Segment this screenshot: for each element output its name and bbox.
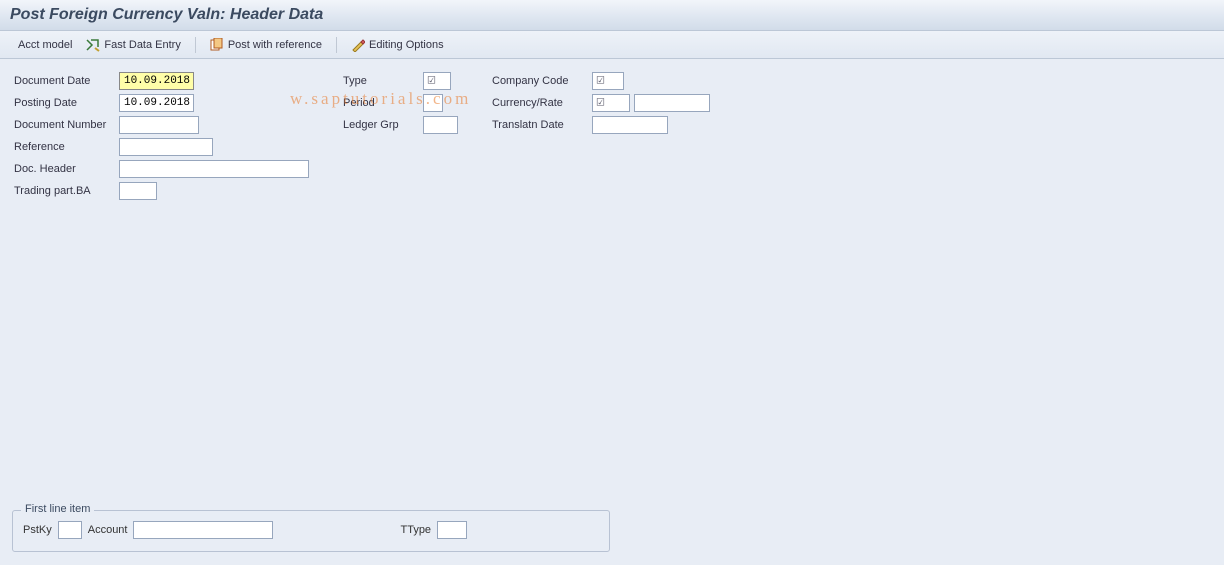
form-column-2: Type ☑ Period Ledger Grp	[343, 71, 458, 135]
input-posting-date[interactable]	[119, 94, 194, 112]
input-document-number[interactable]	[119, 116, 199, 134]
input-reference[interactable]	[119, 138, 213, 156]
form-column-3: Company Code ☑ Currency/Rate ☑ Translatn…	[492, 71, 710, 135]
label-currency-rate: Currency/Rate	[492, 97, 592, 109]
input-doc-header[interactable]	[119, 160, 309, 178]
post-with-reference-icon	[210, 38, 224, 52]
label-translatn-date: Translatn Date	[492, 119, 592, 131]
input-trading-part-ba[interactable]	[119, 182, 157, 200]
editing-options-label: Editing Options	[369, 39, 444, 51]
acct-model-button[interactable]: Acct model	[14, 37, 76, 53]
label-ttype: TType	[400, 524, 431, 536]
fast-data-entry-button[interactable]: Fast Data Entry	[82, 36, 184, 54]
row-trading-part-ba: Trading part.BA	[14, 181, 309, 201]
row-posting-date: Posting Date	[14, 93, 309, 113]
label-doc-header: Doc. Header	[14, 163, 119, 175]
form-column-1: Document Date Posting Date Document Numb…	[14, 71, 309, 201]
fast-data-entry-icon	[86, 38, 100, 52]
row-type: Type ☑	[343, 71, 458, 91]
fast-data-entry-label: Fast Data Entry	[104, 39, 180, 51]
row-document-number: Document Number	[14, 115, 309, 135]
acct-model-label: Acct model	[18, 39, 72, 51]
input-ttype[interactable]	[437, 521, 467, 539]
toolbar-separator	[336, 37, 337, 53]
post-with-reference-label: Post with reference	[228, 39, 322, 51]
input-ledger-grp[interactable]	[423, 116, 458, 134]
label-account: Account	[88, 524, 128, 536]
row-ledger-grp: Ledger Grp	[343, 115, 458, 135]
input-account[interactable]	[133, 521, 273, 539]
label-pstky: PstKy	[23, 524, 52, 536]
row-period: Period	[343, 93, 458, 113]
line-item-row: PstKy Account TType	[23, 521, 599, 539]
input-period[interactable]	[423, 94, 443, 112]
label-document-number: Document Number	[14, 119, 119, 131]
label-period: Period	[343, 97, 423, 109]
label-document-date: Document Date	[14, 75, 119, 87]
content-area: w.saptutorials.com Document Date Posting…	[0, 59, 1224, 564]
window-title: Post Foreign Currency Valn: Header Data	[0, 0, 1224, 31]
editing-options-button[interactable]: Editing Options	[347, 36, 448, 54]
row-currency-rate: Currency/Rate ☑	[492, 93, 710, 113]
label-reference: Reference	[14, 141, 119, 153]
row-document-date: Document Date	[14, 71, 309, 91]
label-type: Type	[343, 75, 423, 87]
input-document-date[interactable]	[119, 72, 194, 90]
application-toolbar: Acct model Fast Data Entry Post with ref…	[0, 31, 1224, 59]
row-company-code: Company Code ☑	[492, 71, 710, 91]
first-line-item-legend: First line item	[21, 503, 94, 515]
label-ledger-grp: Ledger Grp	[343, 119, 423, 131]
input-rate[interactable]	[634, 94, 710, 112]
input-company-code[interactable]	[592, 72, 624, 90]
title-text: Post Foreign Currency Valn: Header Data	[10, 6, 323, 23]
first-line-item-group: First line item PstKy Account TType	[12, 510, 610, 552]
label-company-code: Company Code	[492, 75, 592, 87]
row-doc-header: Doc. Header	[14, 159, 309, 179]
header-form: Document Date Posting Date Document Numb…	[14, 71, 1210, 201]
label-posting-date: Posting Date	[14, 97, 119, 109]
post-with-reference-button[interactable]: Post with reference	[206, 36, 326, 54]
row-reference: Reference	[14, 137, 309, 157]
label-trading-part-ba: Trading part.BA	[14, 185, 119, 197]
input-pstky[interactable]	[58, 521, 82, 539]
input-currency[interactable]	[592, 94, 630, 112]
editing-options-icon	[351, 38, 365, 52]
row-translatn-date: Translatn Date	[492, 115, 710, 135]
toolbar-separator	[195, 37, 196, 53]
input-translatn-date[interactable]	[592, 116, 668, 134]
input-type[interactable]	[423, 72, 451, 90]
